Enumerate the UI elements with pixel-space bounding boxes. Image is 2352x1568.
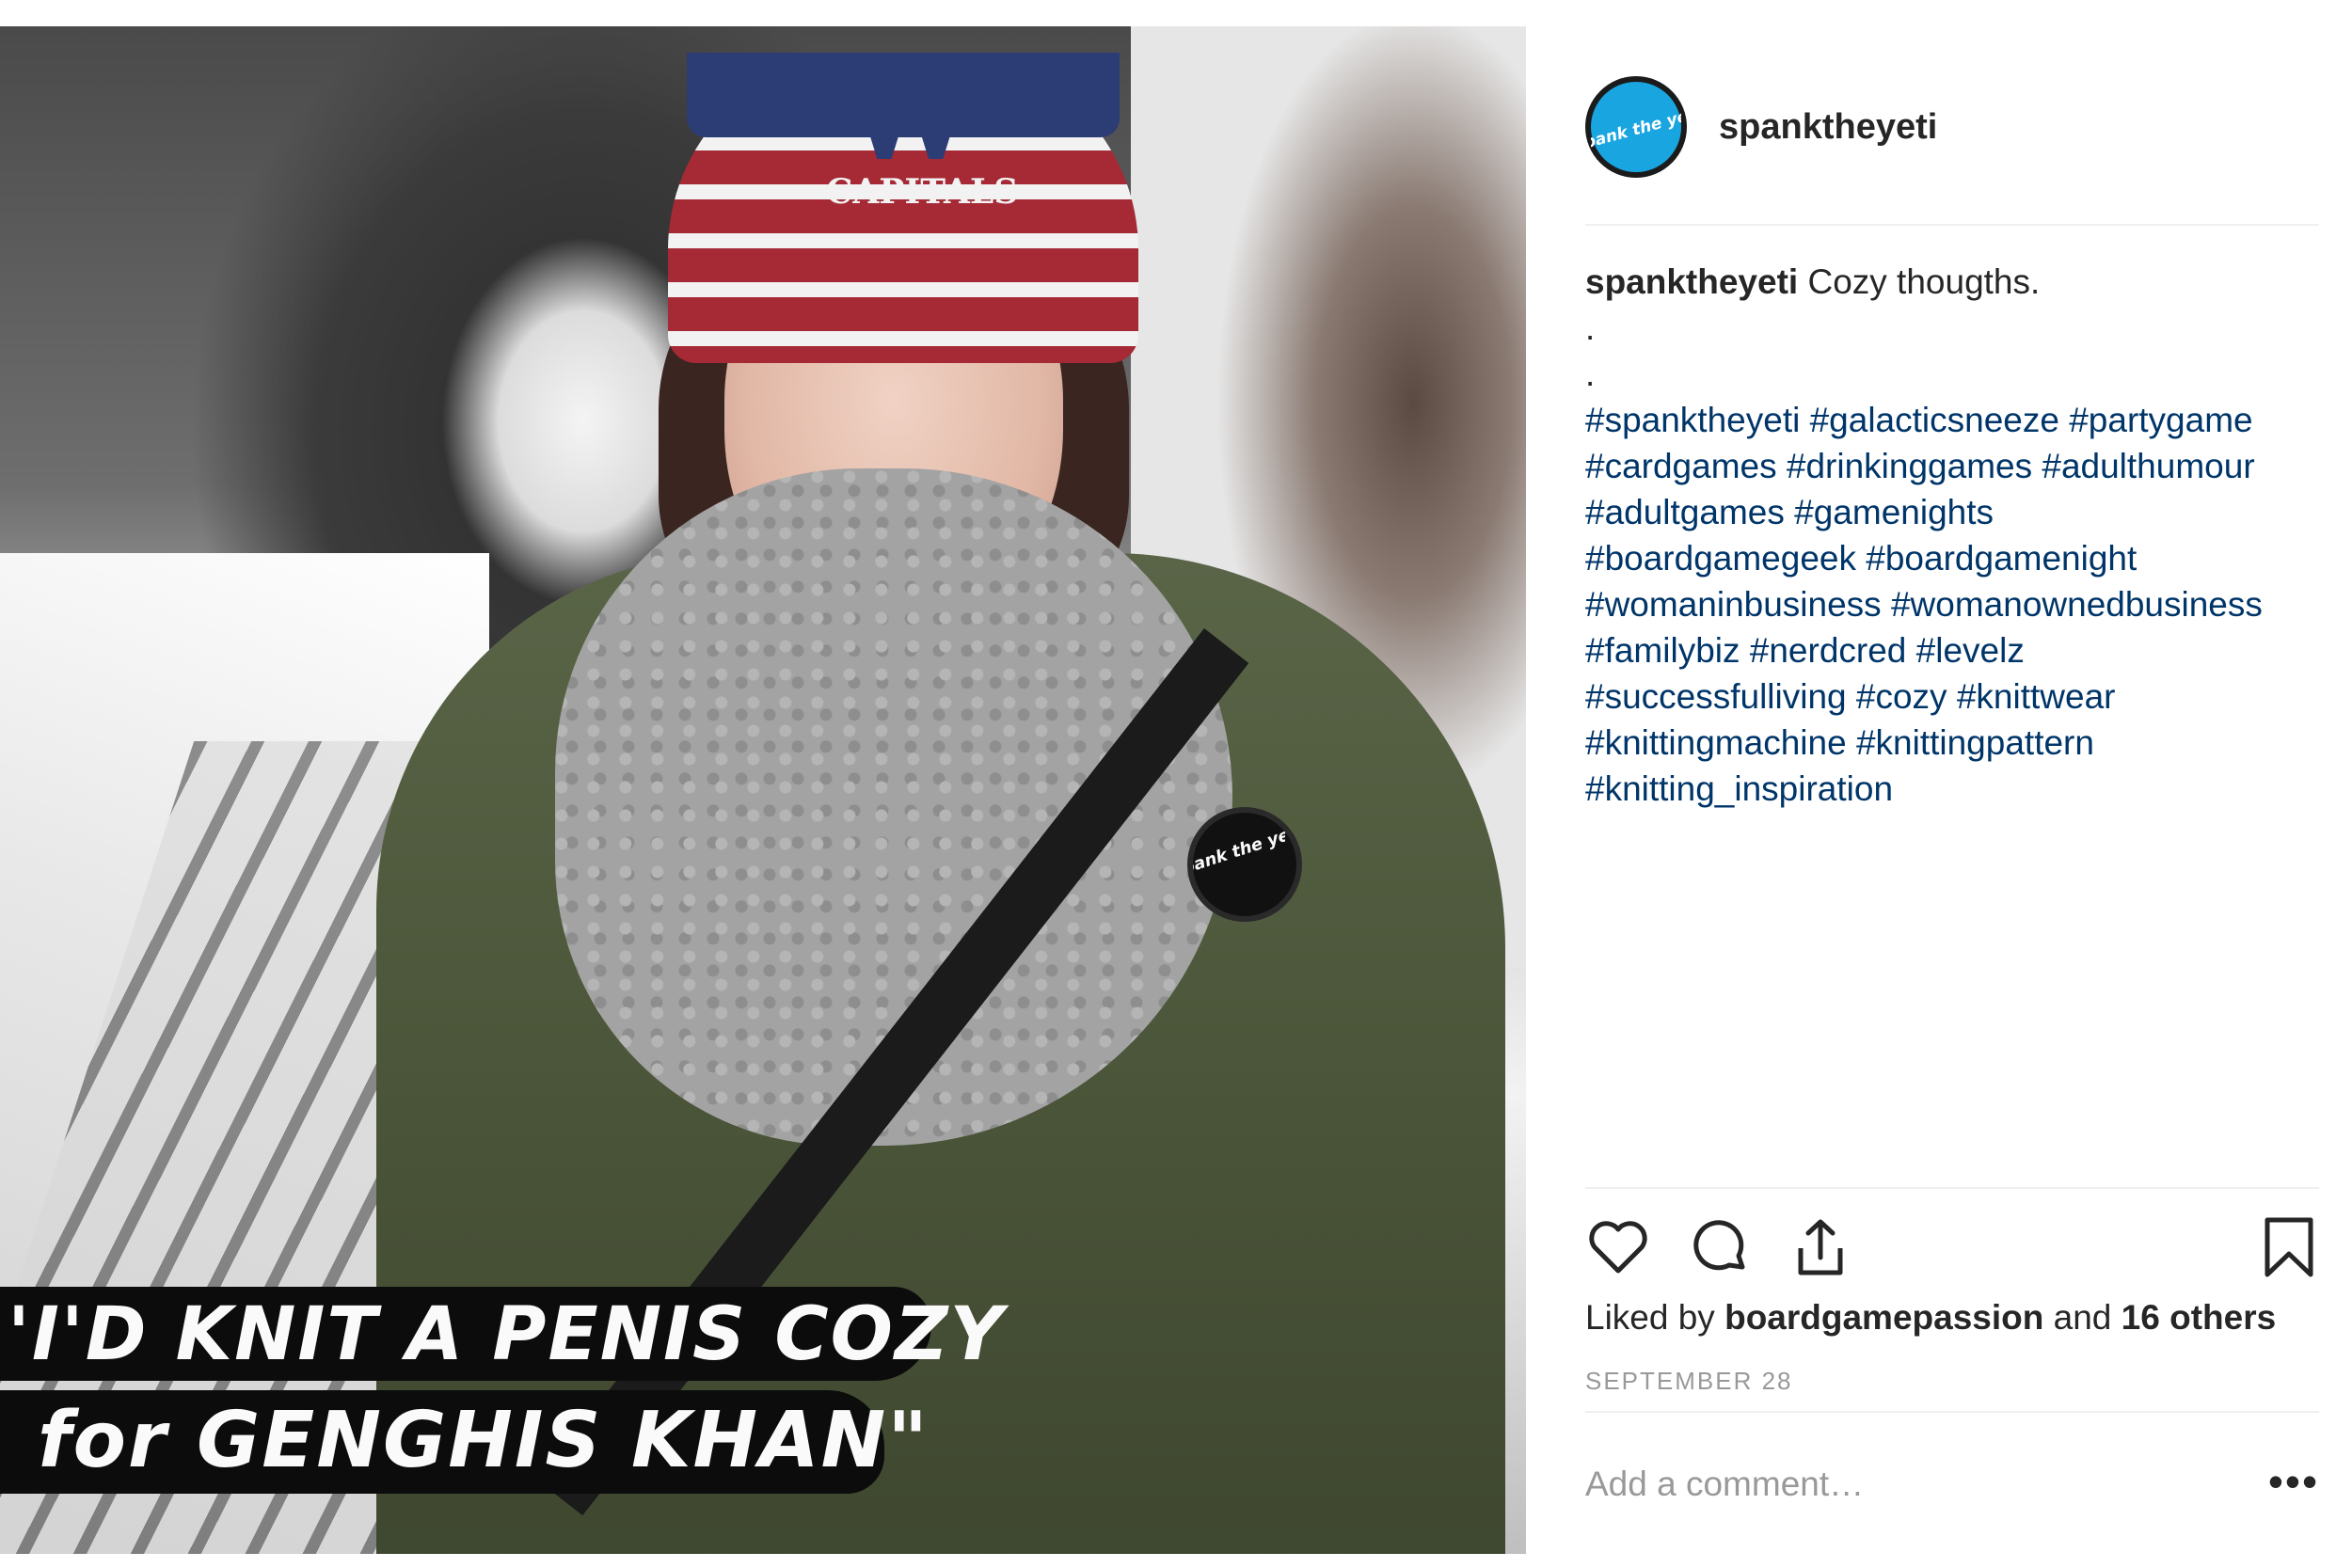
post-date[interactable]: SEPTEMBER 28	[1585, 1367, 1793, 1396]
hashtag-line[interactable]: #knittingmachine #knittingpattern	[1585, 720, 2328, 766]
hashtag-line[interactable]: #familybiz #nerdcred #levelz	[1585, 627, 2328, 673]
beanie-text: CAPITALS	[828, 172, 1016, 212]
avatar-logo: Spank the yeti	[1591, 82, 1681, 172]
likes-prefix: Liked by	[1585, 1298, 1715, 1337]
caption: spanktheyeti Cozy thougths. . . #spankth…	[1585, 259, 2328, 812]
divider	[1585, 224, 2319, 226]
heart-icon[interactable]	[1585, 1214, 1651, 1280]
hashtag-line[interactable]: #boardgamegeek #boardgamenight	[1585, 535, 2328, 581]
divider	[1585, 1411, 2319, 1413]
svg-text:CAPITALS: CAPITALS	[828, 172, 1016, 212]
svg-text:Spank the yeti: Spank the yeti	[1193, 820, 1285, 881]
post-header: Spank the yeti spanktheyeti	[1585, 66, 2319, 188]
hashtag-block: #spanktheyeti #galacticsneeze #partygame…	[1585, 397, 2328, 812]
likes-and: and	[2053, 1298, 2112, 1337]
post-photo[interactable]: W CAPITALS Spank the yeti 'I'D KNIT A PE…	[0, 26, 1526, 1554]
likes-user[interactable]: boardgamepassion	[1724, 1298, 2043, 1337]
likes-others[interactable]: 16 others	[2122, 1298, 2277, 1337]
svg-text:Spank the yeti: Spank the yeti	[1591, 103, 1681, 156]
hashtag-line[interactable]: #womaninbusiness #womanownedbusiness	[1585, 581, 2328, 627]
quote-line-2: for GENGHIS KHAN"	[38, 1396, 930, 1485]
share-icon[interactable]	[1788, 1214, 1853, 1280]
quote-line-1: 'I'D KNIT A PENIS COZY	[8, 1292, 1005, 1377]
caption-dot: .	[1585, 355, 1596, 393]
hashtag-line[interactable]: #adultgames #gamenights	[1585, 489, 2328, 535]
hashtag-line[interactable]: #knitting_inspiration	[1585, 766, 2328, 812]
more-options-button[interactable]: •••	[2267, 1460, 2320, 1505]
hashtag-line[interactable]: #successfulliving #cozy #knittwear	[1585, 673, 2328, 720]
comment-input[interactable]	[1585, 1456, 2263, 1513]
action-bar	[1585, 1209, 2319, 1284]
divider	[1585, 1187, 2319, 1189]
speech-bubble-icon[interactable]	[1686, 1214, 1752, 1280]
hashtag-line[interactable]: #spanktheyeti #galacticsneeze #partygame	[1585, 397, 2328, 443]
caption-dot: .	[1585, 309, 1596, 347]
caption-author[interactable]: spanktheyeti	[1585, 262, 1798, 301]
header-username[interactable]: spanktheyeti	[1719, 107, 1937, 148]
hashtag-line[interactable]: #cardgames #drinkinggames #adulthumour	[1585, 443, 2328, 489]
spank-the-yeti-pin: Spank the yeti	[1187, 807, 1302, 922]
caption-text: Cozy thougths.	[1807, 262, 2041, 301]
bookmark-icon[interactable]	[2256, 1214, 2322, 1280]
likes-summary: Liked by boardgamepassion and 16 others	[1585, 1298, 2276, 1338]
quote-overlay: 'I'D KNIT A PENIS COZY for GENGHIS KHAN"	[0, 1259, 1003, 1503]
avatar[interactable]: Spank the yeti	[1585, 76, 1687, 178]
